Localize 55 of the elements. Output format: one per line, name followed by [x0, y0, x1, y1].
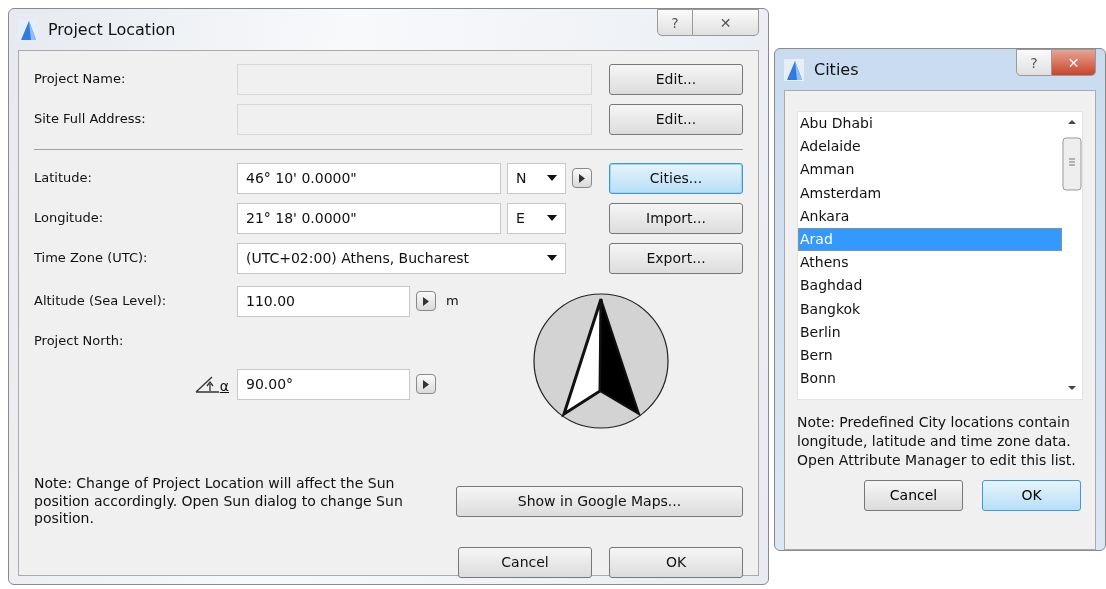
caret-icon	[547, 255, 557, 261]
help-button[interactable]: ?	[657, 9, 693, 36]
cancel-button[interactable]: Cancel	[458, 546, 592, 578]
action-button[interactable]: Import...	[609, 202, 743, 234]
maps-button[interactable]: Show in Google Maps...	[456, 486, 743, 517]
play-arrow-icon	[423, 296, 429, 306]
cancel-button[interactable]: Cancel	[864, 479, 963, 511]
caret-icon	[547, 175, 557, 181]
window-title: Project Location	[48, 18, 176, 41]
ok-button[interactable]: OK	[982, 479, 1081, 511]
caret-icon	[547, 215, 557, 221]
ok-button[interactable]: OK	[609, 546, 743, 578]
list-item[interactable]: Amsterdam	[798, 181, 1062, 205]
list-item[interactable]: Athens	[798, 251, 1062, 275]
list-item[interactable]: Abu Dhabi	[798, 112, 1062, 136]
timezone-dropdown[interactable]: (UTC+02:00) Athens, Bucharest	[237, 242, 566, 274]
city-list[interactable]: Abu Dhabi Adelaide Amman Amsterdam Ankara Arad Athens Baghdad Bangkok Berlin Bern Bonn	[797, 111, 1083, 400]
unit-label: m	[446, 292, 459, 311]
arrow-button[interactable]	[416, 374, 436, 394]
play-arrow-icon	[423, 379, 429, 389]
field-label: Latitude:	[34, 169, 93, 188]
text-field[interactable]: 21° 18' 0.0000"	[237, 202, 501, 234]
note-text: Note: Predefined City locations contain longitude, latitude and time zone data. Open Attribute Manager to edit this list.	[797, 413, 1077, 470]
angle-icon	[194, 375, 220, 393]
help-button[interactable]: ?	[1016, 49, 1052, 76]
arrow-button[interactable]	[416, 291, 436, 311]
field-label: Project North:	[34, 332, 125, 351]
list-item[interactable]: Berlin	[798, 320, 1062, 344]
action-button[interactable]: Cities...	[609, 162, 743, 194]
field-label: Site Full Address:	[34, 110, 147, 129]
list-item[interactable]: Bangkok	[798, 297, 1062, 321]
text-field[interactable]: 110.00	[237, 285, 410, 317]
angle-symbol: α	[219, 378, 229, 393]
list-item[interactable]: Amman	[798, 158, 1062, 182]
play-arrow-icon	[579, 173, 585, 183]
app-logo-icon	[18, 18, 38, 41]
app-logo-icon	[784, 58, 804, 81]
list-item[interactable]: Bern	[798, 343, 1062, 368]
field-label: Altitude (Sea Level):	[34, 292, 168, 311]
field-label: Time Zone (UTC):	[34, 249, 149, 268]
text-field[interactable]: 46° 10' 0.0000"	[237, 162, 501, 194]
arrow-button[interactable]	[572, 168, 592, 188]
note-text: Note: Change of Project Location will affect the Sun position accordingly. Open Sun dialog to change Sun position.	[34, 475, 404, 528]
window-title: Cities	[814, 58, 859, 81]
field-label: Longitude:	[34, 209, 105, 228]
hemisphere-dropdown[interactable]: N	[507, 162, 566, 194]
action-button[interactable]: Export...	[609, 242, 743, 274]
text-field[interactable]: 90.00°	[237, 368, 410, 400]
list-item[interactable]: Bonn	[798, 367, 1062, 391]
field-label: Project Name:	[34, 70, 127, 89]
list-item[interactable]: Adelaide	[798, 135, 1062, 159]
close-button[interactable]: ✕	[693, 9, 759, 36]
hemisphere-dropdown[interactable]: E	[507, 202, 566, 234]
list-item[interactable]: Baghdad	[798, 274, 1062, 298]
list-item[interactable]: Ankara	[798, 204, 1062, 228]
